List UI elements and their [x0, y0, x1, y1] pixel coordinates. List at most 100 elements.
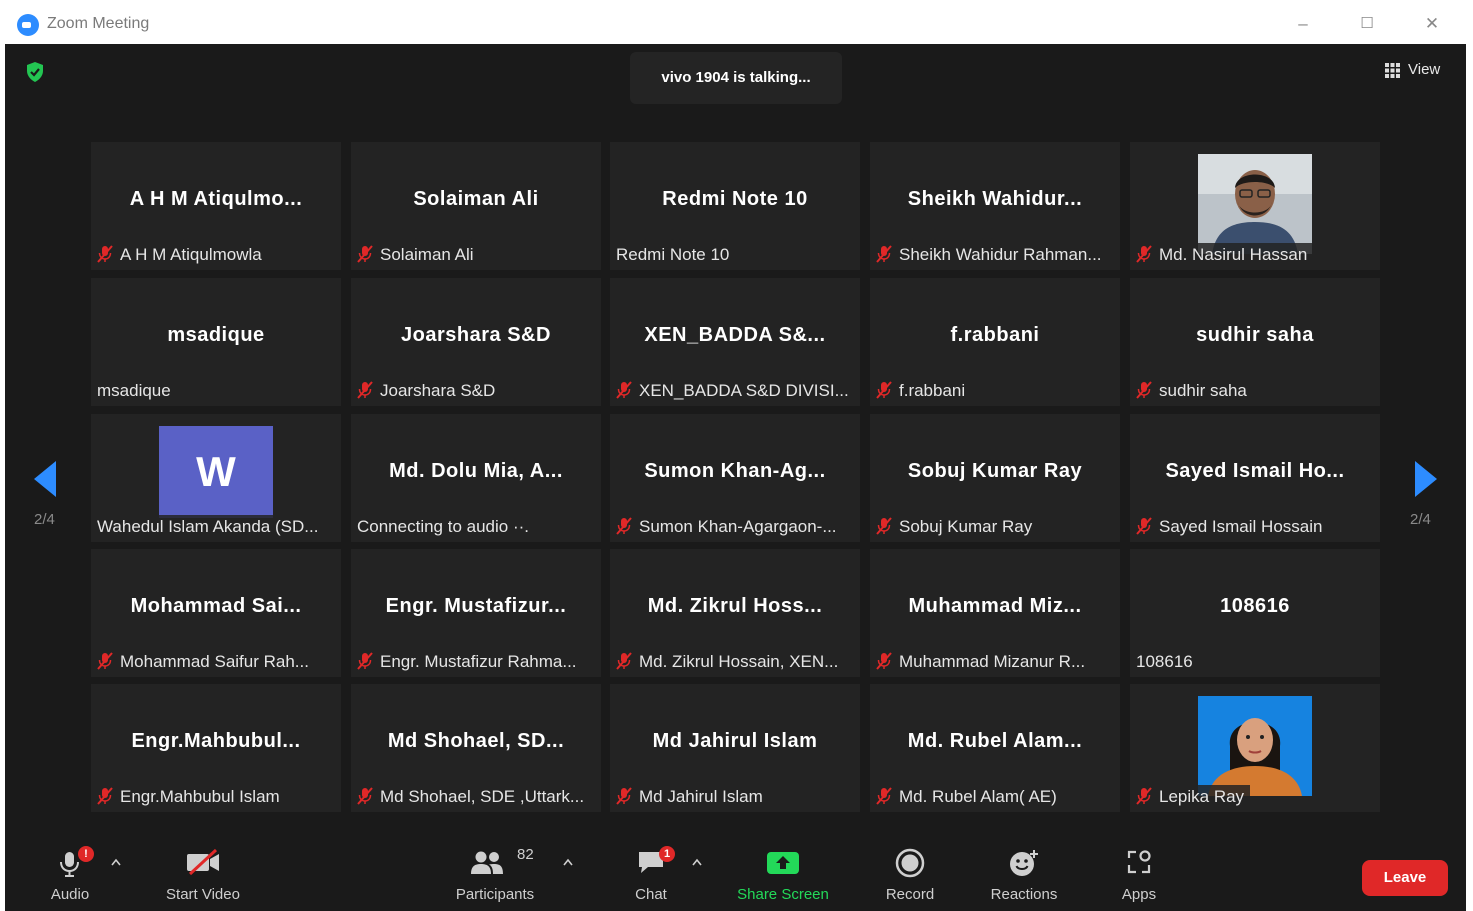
participant-count: 82 [517, 846, 534, 863]
record-button[interactable]: Record [875, 834, 945, 911]
muted-mic-icon [876, 652, 892, 670]
reactions-label: Reactions [990, 886, 1058, 903]
participants-button[interactable]: 82 Participants [445, 834, 545, 911]
participants-options-chevron-icon[interactable] [563, 858, 573, 866]
muted-mic-icon [616, 652, 632, 670]
participant-name-label: Mohammad Saifur Rah... [120, 652, 309, 671]
next-page-arrow-icon[interactable] [1411, 459, 1441, 499]
participant-nameplate: Engr.Mahbubul Islam [91, 785, 286, 809]
participant-nameplate: Engr. Mustafizur Rahma... [351, 650, 583, 674]
participant-tile[interactable]: Sayed Ismail Ho... Sayed Ismail Hossain [1130, 414, 1380, 542]
audio-button[interactable]: ! Audio [41, 834, 99, 911]
participant-name-label: Engr.Mahbubul Islam [120, 787, 280, 806]
participant-nameplate: Md Shohael, SDE ,Uttark... [351, 785, 591, 809]
grid-view-icon [1385, 63, 1400, 78]
window-title: Zoom Meeting [47, 15, 150, 32]
encryption-shield-icon[interactable] [25, 61, 45, 83]
chat-label: Chat [635, 886, 667, 903]
participant-tile[interactable]: Sobuj Kumar Ray Sobuj Kumar Ray [870, 414, 1120, 542]
participant-nameplate: Md. Rubel Alam( AE) [870, 785, 1063, 809]
participant-tile[interactable]: Engr.Mahbubul... Engr.Mahbubul Islam [91, 684, 341, 812]
participant-nameplate: Sayed Ismail Hossain [1130, 515, 1329, 539]
participant-tile[interactable]: A H M Atiqulmo... A H M Atiqulmowla [91, 142, 341, 270]
muted-mic-icon [876, 517, 892, 535]
participant-display-name: Engr. Mustafizur... [385, 595, 567, 617]
participant-display-name: Muhammad Miz... [908, 595, 1082, 617]
chat-button[interactable]: 1 Chat [621, 834, 681, 911]
participant-tile[interactable]: Md. Dolu Mia, A... Connecting to audio ··… [351, 414, 601, 542]
muted-mic-icon [616, 381, 632, 399]
participant-tile[interactable]: Redmi Note 10 Redmi Note 10 [610, 142, 860, 270]
participant-tile[interactable]: Md. Zikrul Hoss... Md. Zikrul Hossain, XE… [610, 549, 860, 677]
participant-display-name: Redmi Note 10 [662, 188, 808, 210]
participants-icon [471, 851, 503, 874]
title-bar: Zoom Meeting – ☐ ✕ [5, 4, 1466, 44]
view-label: View [1408, 61, 1441, 78]
muted-mic-icon [1136, 517, 1152, 535]
participant-name-label: Sayed Ismail Hossain [1159, 517, 1323, 536]
participant-tile[interactable]: Md Jahirul Islam Md Jahirul Islam [610, 684, 860, 812]
participant-name-label: Md. Zikrul Hossain, XEN... [639, 652, 839, 671]
participant-nameplate: f.rabbani [870, 379, 972, 403]
participant-tile[interactable]: XEN_BADDA S&... XEN_BADDA S&D DIVISI... [610, 278, 860, 406]
participant-nameplate: A H M Atiqulmowla [91, 243, 268, 267]
muted-mic-icon [616, 787, 632, 805]
apps-button[interactable]: Apps [1109, 834, 1169, 911]
participant-tile[interactable]: Md. Nasirul Hassan [1130, 142, 1380, 270]
participant-tile[interactable]: Md. Rubel Alam... Md. Rubel Alam( AE) [870, 684, 1120, 812]
participant-tile[interactable]: Mohammad Sai... Mohammad Saifur Rah... [91, 549, 341, 677]
muted-mic-icon [357, 787, 373, 805]
apps-icon [1127, 850, 1151, 874]
participant-tile[interactable]: Joarshara S&D Joarshara S&D [351, 278, 601, 406]
participant-tile[interactable]: Sumon Khan-Ag... Sumon Khan-Agargaon-... [610, 414, 860, 542]
zoom-logo-icon [17, 14, 39, 36]
apps-label: Apps [1121, 886, 1157, 903]
participant-display-name: 108616 [1220, 595, 1290, 617]
participant-name-label: Engr. Mustafizur Rahma... [380, 652, 577, 671]
participant-tile[interactable]: f.rabbani f.rabbani [870, 278, 1120, 406]
muted-mic-icon [357, 652, 373, 670]
participant-nameplate: 108616 [1130, 650, 1199, 674]
leave-button[interactable]: Leave [1362, 860, 1448, 896]
participant-tile[interactable]: msadique msadique [91, 278, 341, 406]
participant-nameplate: Md. Zikrul Hossain, XEN... [610, 650, 845, 674]
audio-options-chevron-icon[interactable] [111, 858, 121, 866]
participant-photo [1198, 696, 1312, 796]
share-screen-arrow-icon [767, 852, 799, 874]
participant-tile[interactable]: Sheikh Wahidur... Sheikh Wahidur Rahman..… [870, 142, 1120, 270]
participant-tile[interactable]: W Wahedul Islam Akanda (SD... [91, 414, 341, 542]
participant-tile[interactable]: Solaiman Ali Solaiman Ali [351, 142, 601, 270]
participant-display-name: Mohammad Sai... [130, 595, 302, 617]
start-video-button[interactable]: Start Video [153, 834, 253, 911]
participant-nameplate: msadique [91, 379, 177, 403]
participant-name-label: Joarshara S&D [380, 381, 496, 400]
muted-mic-icon [876, 245, 892, 263]
maximize-button[interactable]: ☐ [1351, 12, 1383, 36]
participant-gallery: A H M Atiqulmo... A H M Atiqulmowla Solaim… [91, 142, 1381, 812]
participant-tile[interactable]: Lepika Ray [1130, 684, 1380, 812]
participant-display-name: Joarshara S&D [401, 324, 551, 346]
participant-photo [1198, 154, 1312, 254]
record-icon [895, 848, 925, 878]
participant-tile[interactable]: sudhir saha sudhir saha [1130, 278, 1380, 406]
participant-tile[interactable]: Md Shohael, SD... Md Shohael, SDE ,Uttark… [351, 684, 601, 812]
participant-name-label: sudhir saha [1159, 381, 1247, 400]
share-screen-button[interactable]: Share Screen [731, 834, 835, 911]
participant-tile[interactable]: 108616 108616 [1130, 549, 1380, 677]
participant-tile[interactable]: Muhammad Miz... Muhammad Mizanur R... [870, 549, 1120, 677]
participant-tile[interactable]: Engr. Mustafizur... Engr. Mustafizur Rahm… [351, 549, 601, 677]
participant-display-name: Md Jahirul Islam [652, 730, 818, 752]
participant-name-label: Sumon Khan-Agargaon-... [639, 517, 837, 536]
muted-mic-icon [616, 517, 632, 535]
active-speaker-indicator: vivo 1904 is talking... [630, 52, 842, 104]
participant-nameplate: Mohammad Saifur Rah... [91, 650, 315, 674]
view-button[interactable]: View [1381, 60, 1449, 82]
close-button[interactable]: ✕ [1416, 12, 1448, 36]
reactions-button[interactable]: Reactions [983, 834, 1065, 911]
chat-options-chevron-icon[interactable] [692, 858, 702, 866]
previous-page-arrow-icon[interactable] [32, 459, 62, 499]
participant-name-label: 108616 [1136, 652, 1193, 671]
muted-mic-icon [1136, 245, 1152, 263]
minimize-button[interactable]: – [1287, 12, 1319, 36]
reactions-smiley-icon [1010, 850, 1038, 876]
